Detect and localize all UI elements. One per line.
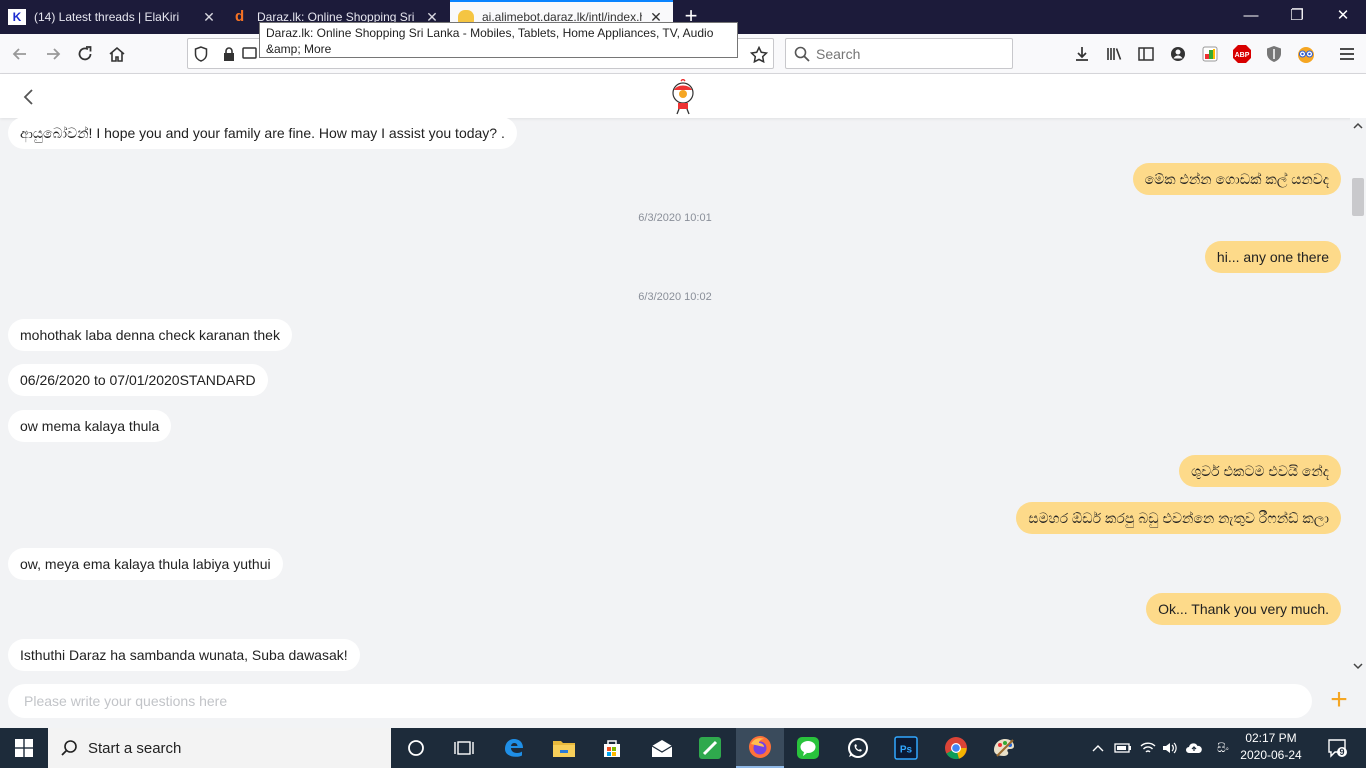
privacy-badger-icon[interactable] xyxy=(1262,42,1286,66)
input-language-indicator[interactable]: සිං xyxy=(1209,728,1237,768)
edge-icon[interactable] xyxy=(490,728,538,768)
windows-taskbar: Start a search Ps සිං 02:17 PM 2020-06-2… xyxy=(0,728,1366,768)
user-message: ශුවර් එකටම එවයි නේද xyxy=(1179,455,1341,487)
adblock-icon[interactable]: ABP xyxy=(1230,42,1254,66)
search-input[interactable] xyxy=(816,45,996,62)
tab-title: (14) Latest threads | ElaKiri xyxy=(34,10,180,24)
firefox-icon[interactable] xyxy=(736,728,784,768)
clock-time: 02:17 PM xyxy=(1245,731,1297,745)
store-icon[interactable] xyxy=(588,728,636,768)
message-timestamp: 6/3/2020 10:01 xyxy=(638,212,712,224)
bookmark-star-icon[interactable] xyxy=(750,46,768,63)
green-app-icon[interactable] xyxy=(686,728,734,768)
search-icon xyxy=(794,46,810,62)
cortana-icon[interactable] xyxy=(392,728,440,768)
action-center-icon[interactable]: 9 xyxy=(1318,728,1358,768)
user-message: Ok... Thank you very much. xyxy=(1146,593,1341,625)
taskbar-clock[interactable]: 02:17 PM 2020-06-24 xyxy=(1238,730,1304,764)
windows-start-icon[interactable] xyxy=(0,728,48,768)
chrome-icon[interactable] xyxy=(932,728,980,768)
scroll-up-icon[interactable] xyxy=(1353,122,1363,130)
wifi-icon[interactable] xyxy=(1137,728,1159,768)
message-timestamp: 6/3/2020 10:02 xyxy=(638,291,712,303)
tab-elakiri[interactable]: K (14) Latest threads | ElaKiri ✕ xyxy=(0,0,226,34)
tab-close-icon[interactable]: ✕ xyxy=(202,10,216,24)
user-message: සමහර ඕඩර් කරපු බඩු එවන්නෙ නැතුව රීෆන්ඩ් … xyxy=(1016,502,1341,534)
scroll-down-icon[interactable] xyxy=(1353,662,1363,670)
extension-eyes-icon[interactable] xyxy=(1294,42,1318,66)
extension-color-icon[interactable] xyxy=(1198,42,1222,66)
agent-message: ow, meya ema kalaya thula labiya yuthui xyxy=(8,548,283,580)
taskbar-search-box[interactable]: Start a search xyxy=(48,728,391,768)
taskbar-search-icon xyxy=(60,739,78,757)
battery-icon[interactable] xyxy=(1112,728,1134,768)
line-app-icon[interactable] xyxy=(784,728,832,768)
notification-count: 9 xyxy=(1339,747,1345,757)
search-box[interactable] xyxy=(785,38,1013,69)
onedrive-icon[interactable] xyxy=(1183,728,1205,768)
restore-button[interactable]: ❐ xyxy=(1274,0,1320,34)
svg-text:Ps: Ps xyxy=(900,745,913,756)
agent-message: 06/26/2020 to 07/01/2020STANDARD xyxy=(8,364,268,396)
show-hidden-icons[interactable] xyxy=(1088,728,1108,768)
whatsapp-icon[interactable] xyxy=(834,728,882,768)
library-icon[interactable] xyxy=(1102,42,1126,66)
tab-tooltip: Daraz.lk: Online Shopping Sri Lanka - Mo… xyxy=(259,22,738,58)
home-icon[interactable] xyxy=(105,42,129,66)
photoshop-icon[interactable]: Ps xyxy=(882,728,930,768)
hamburger-menu-icon[interactable] xyxy=(1335,42,1359,66)
account-icon[interactable] xyxy=(1166,42,1190,66)
clock-date: 2020-06-24 xyxy=(1240,748,1302,762)
message-input[interactable] xyxy=(24,693,1284,709)
chat-back-icon[interactable] xyxy=(18,86,40,108)
download-icon[interactable] xyxy=(1070,42,1094,66)
message-input-box[interactable] xyxy=(8,684,1312,718)
user-message: මේක එන්න ගොඩක් කල් යනවද xyxy=(1132,163,1341,195)
sidebar-icon[interactable] xyxy=(1134,42,1158,66)
agent-message: mohothak laba denna check karanan thek xyxy=(8,319,292,351)
paint-app-icon[interactable] xyxy=(980,728,1028,768)
agent-message: ආයුබෝවන්! I hope you and your family are… xyxy=(8,118,517,149)
add-attachment-button[interactable]: + xyxy=(1324,685,1354,716)
reader-icon[interactable] xyxy=(242,47,258,61)
forward-icon[interactable] xyxy=(41,42,65,66)
task-view-icon[interactable] xyxy=(440,728,488,768)
reload-icon[interactable] xyxy=(73,42,97,66)
user-message: hi... any one there xyxy=(1204,241,1341,273)
taskbar-search-text: Start a search xyxy=(88,739,182,757)
volume-icon[interactable] xyxy=(1159,728,1181,768)
minimize-button[interactable]: — xyxy=(1228,0,1274,34)
file-explorer-icon[interactable] xyxy=(540,728,588,768)
svg-text:ABP: ABP xyxy=(1235,52,1250,59)
agent-message: Isthuthi Daraz ha sambanda wunata, Suba … xyxy=(8,639,360,671)
scroll-thumb[interactable] xyxy=(1352,178,1364,216)
lock-icon[interactable] xyxy=(222,46,236,62)
daraz-favicon-icon: d xyxy=(235,8,245,25)
elakiri-favicon-icon: K xyxy=(8,9,26,25)
shield-icon[interactable] xyxy=(194,46,208,62)
back-icon[interactable] xyxy=(8,42,32,66)
chat-scrollbar[interactable] xyxy=(1350,118,1366,674)
mail-icon[interactable] xyxy=(638,728,686,768)
chat-message-list[interactable]: ආයුබෝවන්! I hope you and your family are… xyxy=(0,118,1350,674)
agent-message: ow mema kalaya thula xyxy=(8,410,172,442)
close-window-button[interactable]: ✕ xyxy=(1320,0,1366,34)
bot-avatar-icon xyxy=(668,79,698,115)
chat-header xyxy=(0,74,1366,118)
